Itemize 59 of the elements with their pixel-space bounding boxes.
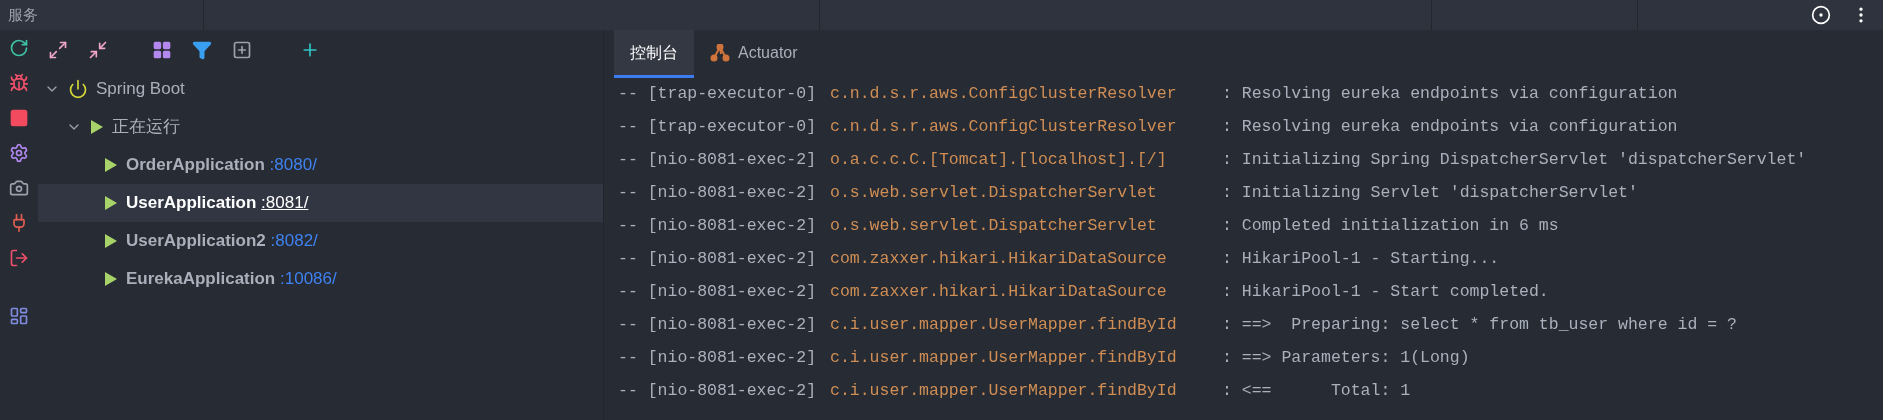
log-thread: -- [nio-8081-exec-2] <box>618 314 818 337</box>
log-logger: c.i.user.mapper.UserMapper.findById <box>830 347 1178 370</box>
log-message: : Initializing Servlet 'dispatcherServlet' <box>1222 182 1638 205</box>
collapse-icon[interactable] <box>88 40 108 60</box>
log-thread: -- [trap-executor-0] <box>618 83 818 106</box>
bug-icon[interactable] <box>9 73 29 93</box>
log-message: : HikariPool-1 - Starting... <box>1222 248 1500 271</box>
log-thread: -- [nio-8081-exec-2] <box>618 215 818 238</box>
log-logger: o.s.web.servlet.DispatcherServlet <box>830 182 1158 205</box>
tree-item[interactable]: OrderApplication :8080/ <box>38 146 603 184</box>
log-message: : <== Total: 1 <box>1222 380 1411 403</box>
refresh-icon[interactable] <box>9 38 29 58</box>
panel-title: 服务 <box>8 4 38 25</box>
play-icon <box>90 119 104 135</box>
grid-icon[interactable] <box>152 40 172 60</box>
log-thread: -- [nio-8081-exec-2] <box>618 380 818 403</box>
stop-icon[interactable] <box>9 108 29 128</box>
log-logger: c.n.d.s.r.aws.ConfigClusterResolver <box>830 83 1178 106</box>
log-thread: -- [trap-executor-0] <box>618 116 818 139</box>
log-message: : Completed initialization in 6 ms <box>1222 215 1559 238</box>
log-thread: -- [nio-8081-exec-2] <box>618 149 818 172</box>
play-icon <box>104 271 118 287</box>
log-logger: o.a.c.c.C.[Tomcat].[localhost].[/] <box>830 149 1168 172</box>
play-icon <box>104 195 118 211</box>
camera-icon[interactable] <box>9 178 29 198</box>
log-message: : Resolving eureka endpoints via configuration <box>1222 116 1678 139</box>
play-icon <box>104 233 118 249</box>
log-message: : ==> Parameters: 1(Long) <box>1222 347 1470 370</box>
nodes-icon <box>710 43 730 62</box>
log-message: : HikariPool-1 - Start completed. <box>1222 281 1549 304</box>
expand-icon[interactable] <box>48 40 68 60</box>
tree-item[interactable]: EurekaApplication :10086/ <box>38 260 603 298</box>
tab[interactable]: Actuator <box>694 30 814 78</box>
log-logger: c.n.d.s.r.aws.ConfigClusterResolver <box>830 116 1178 139</box>
log-logger: o.s.web.servlet.DispatcherServlet <box>830 215 1158 238</box>
log-thread: -- [nio-8081-exec-2] <box>618 248 818 271</box>
log-message: : ==> Preparing: select * from tb_user where id = ? <box>1222 314 1737 337</box>
log-logger: com.zaxxer.hikari.HikariDataSource <box>830 248 1168 271</box>
log-logger: c.i.user.mapper.UserMapper.findById <box>830 380 1178 403</box>
log-message: : Resolving eureka endpoints via configuration <box>1222 83 1678 106</box>
filter-icon[interactable] <box>192 40 212 60</box>
log-thread: -- [nio-8081-exec-2] <box>618 182 818 205</box>
tree-item[interactable]: 正在运行 <box>112 114 180 140</box>
settings-icon[interactable] <box>9 143 29 163</box>
log-message: : Initializing Spring DispatcherServlet 'dispatcherServlet' <box>1222 149 1807 172</box>
target-icon[interactable] <box>1811 5 1831 25</box>
play-icon <box>104 157 118 173</box>
log-thread: -- [nio-8081-exec-2] <box>618 347 818 370</box>
log-logger: c.i.user.mapper.UserMapper.findById <box>830 314 1178 337</box>
power-icon <box>68 79 88 99</box>
layout-icon[interactable] <box>9 306 29 326</box>
log-thread: -- [nio-8081-exec-2] <box>618 281 818 304</box>
tab[interactable]: 控制台 <box>614 30 694 78</box>
tree-item[interactable]: Spring Boot <box>96 76 185 102</box>
exit-icon[interactable] <box>9 248 29 268</box>
log-logger: com.zaxxer.hikari.HikariDataSource <box>830 281 1168 304</box>
new-tab-icon[interactable] <box>232 40 252 60</box>
tree-item[interactable]: UserApplication2 :8082/ <box>38 222 603 260</box>
tree-item[interactable]: UserApplication :8081/ <box>38 184 603 222</box>
